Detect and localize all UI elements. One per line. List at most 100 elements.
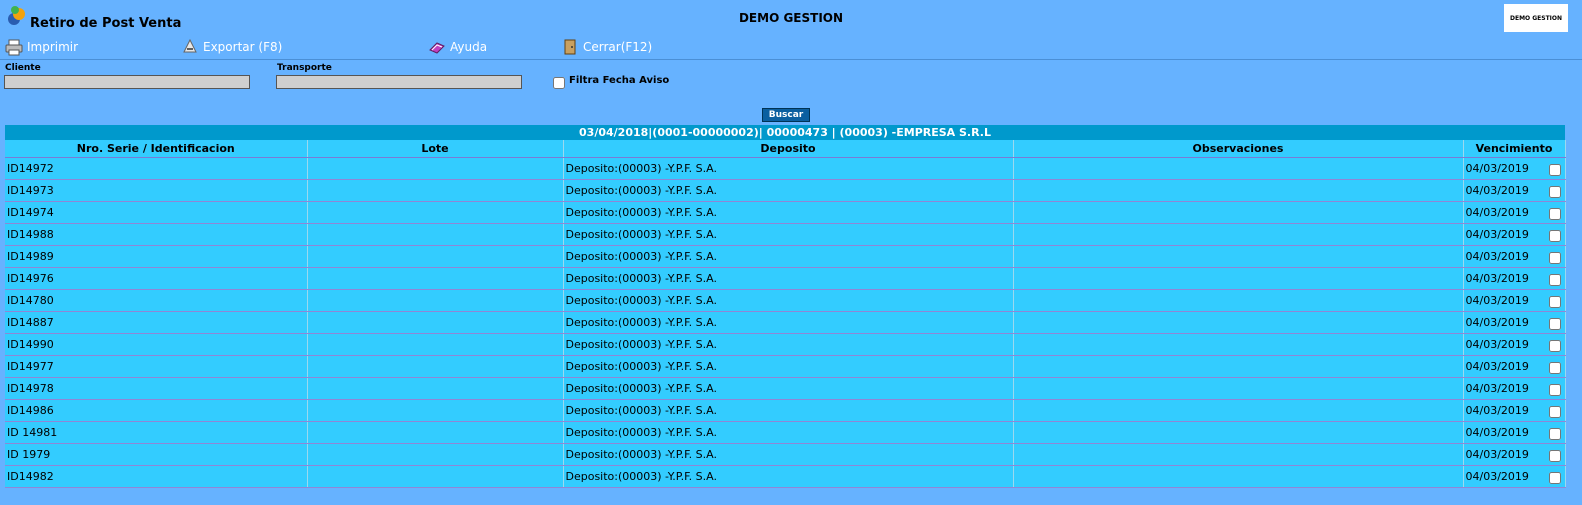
vencimiento-text: 04/03/2019 — [1465, 294, 1529, 307]
cell-observaciones — [1013, 267, 1464, 290]
row-select-checkbox[interactable] — [1548, 318, 1561, 330]
cell-serie: ID14989 — [5, 245, 308, 268]
cell-observaciones — [1013, 201, 1464, 224]
transporte-input[interactable] — [276, 75, 522, 89]
vencimiento-text: 04/03/2019 — [1465, 228, 1529, 241]
cell-observaciones — [1013, 421, 1464, 444]
search-button[interactable]: Buscar — [762, 108, 810, 122]
cell-deposito: Deposito:(00003) -Y.P.F. S.A. — [563, 333, 1014, 356]
cliente-input[interactable] — [4, 75, 250, 89]
cell-serie: ID14887 — [5, 311, 308, 334]
help-button[interactable]: Ayuda — [428, 38, 487, 56]
vencimiento-text: 04/03/2019 — [1465, 250, 1529, 263]
vencimiento-text: 04/03/2019 — [1465, 338, 1529, 351]
vencimiento-text: 04/03/2019 — [1465, 206, 1529, 219]
cell-vencimiento: 04/03/2019 — [1463, 223, 1566, 246]
group-header: 03/04/2018|(0001-00000002)| 00000473 | (… — [5, 125, 1565, 140]
title-bar: Retiro de Post Venta DEMO GESTION DEMO G… — [0, 0, 1582, 34]
cell-serie: ID 14981 — [5, 421, 308, 444]
table-row[interactable]: ID14974 Deposito:(00003) -Y.P.F. S.A. 04/0… — [5, 201, 1566, 224]
row-select-checkbox[interactable] — [1548, 450, 1561, 462]
table-row[interactable]: ID14990 Deposito:(00003) -Y.P.F. S.A. 04/0… — [5, 333, 1566, 356]
cell-deposito: Deposito:(00003) -Y.P.F. S.A. — [563, 443, 1014, 466]
cell-lote — [307, 289, 564, 312]
cell-serie: ID14973 — [5, 179, 308, 202]
cell-serie: ID14990 — [5, 333, 308, 356]
table-row[interactable]: ID14977 Deposito:(00003) -Y.P.F. S.A. 04/0… — [5, 355, 1566, 378]
cell-observaciones — [1013, 465, 1464, 488]
table-row[interactable]: ID14988 Deposito:(00003) -Y.P.F. S.A. 04/0… — [5, 223, 1566, 246]
table-row[interactable]: ID14978 Deposito:(00003) -Y.P.F. S.A. 04/0… — [5, 377, 1566, 400]
close-button[interactable]: Cerrar(F12) — [561, 38, 652, 56]
cell-deposito: Deposito:(00003) -Y.P.F. S.A. — [563, 289, 1014, 312]
table-row[interactable]: ID 14981 Deposito:(00003) -Y.P.F. S.A. 04/… — [5, 421, 1566, 444]
vencimiento-text: 04/03/2019 — [1465, 426, 1529, 439]
column-header-serie[interactable]: Nro. Serie / Identificacion — [5, 140, 308, 158]
cell-lote — [307, 377, 564, 400]
cell-vencimiento: 04/03/2019 — [1463, 399, 1566, 422]
column-header-lote[interactable]: Lote — [307, 140, 564, 158]
table-row[interactable]: ID14887 Deposito:(00003) -Y.P.F. S.A. 04/0… — [5, 311, 1566, 334]
table-row[interactable]: ID14976 Deposito:(00003) -Y.P.F. S.A. 04/0… — [5, 267, 1566, 290]
toolbar: Imprimir Exportar (F8) Ayuda Cerrar(F12) — [0, 36, 1582, 58]
cell-lote — [307, 355, 564, 378]
row-select-checkbox[interactable] — [1548, 230, 1561, 242]
toolbar-divider — [0, 59, 1582, 60]
row-select-checkbox[interactable] — [1548, 428, 1561, 440]
table-body: ID14972 Deposito:(00003) -Y.P.F. S.A. 04/0… — [5, 157, 1566, 488]
cell-observaciones — [1013, 399, 1464, 422]
row-select-checkbox[interactable] — [1548, 296, 1561, 308]
cell-deposito: Deposito:(00003) -Y.P.F. S.A. — [563, 201, 1014, 224]
cell-serie: ID14988 — [5, 223, 308, 246]
vencimiento-text: 04/03/2019 — [1465, 184, 1529, 197]
row-select-checkbox[interactable] — [1548, 406, 1561, 418]
cell-lote — [307, 245, 564, 268]
table-row[interactable]: ID14780 Deposito:(00003) -Y.P.F. S.A. 04/0… — [5, 289, 1566, 312]
cell-vencimiento: 04/03/2019 — [1463, 157, 1566, 180]
cell-observaciones — [1013, 245, 1464, 268]
table-row[interactable]: ID14973 Deposito:(00003) -Y.P.F. S.A. 04/0… — [5, 179, 1566, 202]
vencimiento-text: 04/03/2019 — [1465, 360, 1529, 373]
row-select-checkbox[interactable] — [1548, 384, 1561, 396]
cell-deposito: Deposito:(00003) -Y.P.F. S.A. — [563, 157, 1014, 180]
app-title: Retiro de Post Venta — [30, 16, 182, 31]
table-row[interactable]: ID14982 Deposito:(00003) -Y.P.F. S.A. 04/0… — [5, 465, 1566, 488]
transporte-label: Transporte — [277, 63, 332, 73]
cell-lote — [307, 399, 564, 422]
results-table: Nro. Serie / Identificacion Lote Deposit… — [5, 140, 1566, 488]
cell-serie: ID 1979 — [5, 443, 308, 466]
row-select-checkbox[interactable] — [1548, 186, 1561, 198]
column-header-deposito[interactable]: Deposito — [563, 140, 1014, 158]
cell-serie: ID14974 — [5, 201, 308, 224]
row-select-checkbox[interactable] — [1548, 362, 1561, 374]
table-row[interactable]: ID14986 Deposito:(00003) -Y.P.F. S.A. 04/0… — [5, 399, 1566, 422]
help-book-icon — [429, 42, 445, 54]
row-select-checkbox[interactable] — [1548, 164, 1561, 176]
table-row[interactable]: ID14989 Deposito:(00003) -Y.P.F. S.A. 04/0… — [5, 245, 1566, 268]
help-label: Ayuda — [450, 40, 488, 54]
table-row[interactable]: ID14972 Deposito:(00003) -Y.P.F. S.A. 04/0… — [5, 157, 1566, 180]
export-button[interactable]: Exportar (F8) — [181, 38, 282, 56]
row-select-checkbox[interactable] — [1548, 472, 1561, 484]
filtra-fecha-label: Filtra Fecha Aviso — [569, 75, 670, 86]
cell-deposito: Deposito:(00003) -Y.P.F. S.A. — [563, 267, 1014, 290]
cell-lote — [307, 311, 564, 334]
filtra-fecha-checkbox[interactable] — [553, 77, 565, 89]
row-select-checkbox[interactable] — [1548, 340, 1561, 352]
cell-lote — [307, 421, 564, 444]
printer-icon — [5, 39, 23, 56]
row-select-checkbox[interactable] — [1548, 252, 1561, 264]
cell-lote — [307, 267, 564, 290]
column-header-observaciones[interactable]: Observaciones — [1013, 140, 1464, 158]
print-button[interactable]: Imprimir — [5, 38, 78, 56]
cell-deposito: Deposito:(00003) -Y.P.F. S.A. — [563, 355, 1014, 378]
column-header-vencimiento[interactable]: Vencimiento — [1463, 140, 1566, 158]
table-row[interactable]: ID 1979 Deposito:(00003) -Y.P.F. S.A. 04/0… — [5, 443, 1566, 466]
cell-deposito: Deposito:(00003) -Y.P.F. S.A. — [563, 179, 1014, 202]
cell-observaciones — [1013, 333, 1464, 356]
row-select-checkbox[interactable] — [1548, 274, 1561, 286]
cell-serie: ID14972 — [5, 157, 308, 180]
row-select-checkbox[interactable] — [1548, 208, 1561, 220]
cell-vencimiento: 04/03/2019 — [1463, 333, 1566, 356]
page-title: DEMO GESTION — [738, 11, 844, 25]
